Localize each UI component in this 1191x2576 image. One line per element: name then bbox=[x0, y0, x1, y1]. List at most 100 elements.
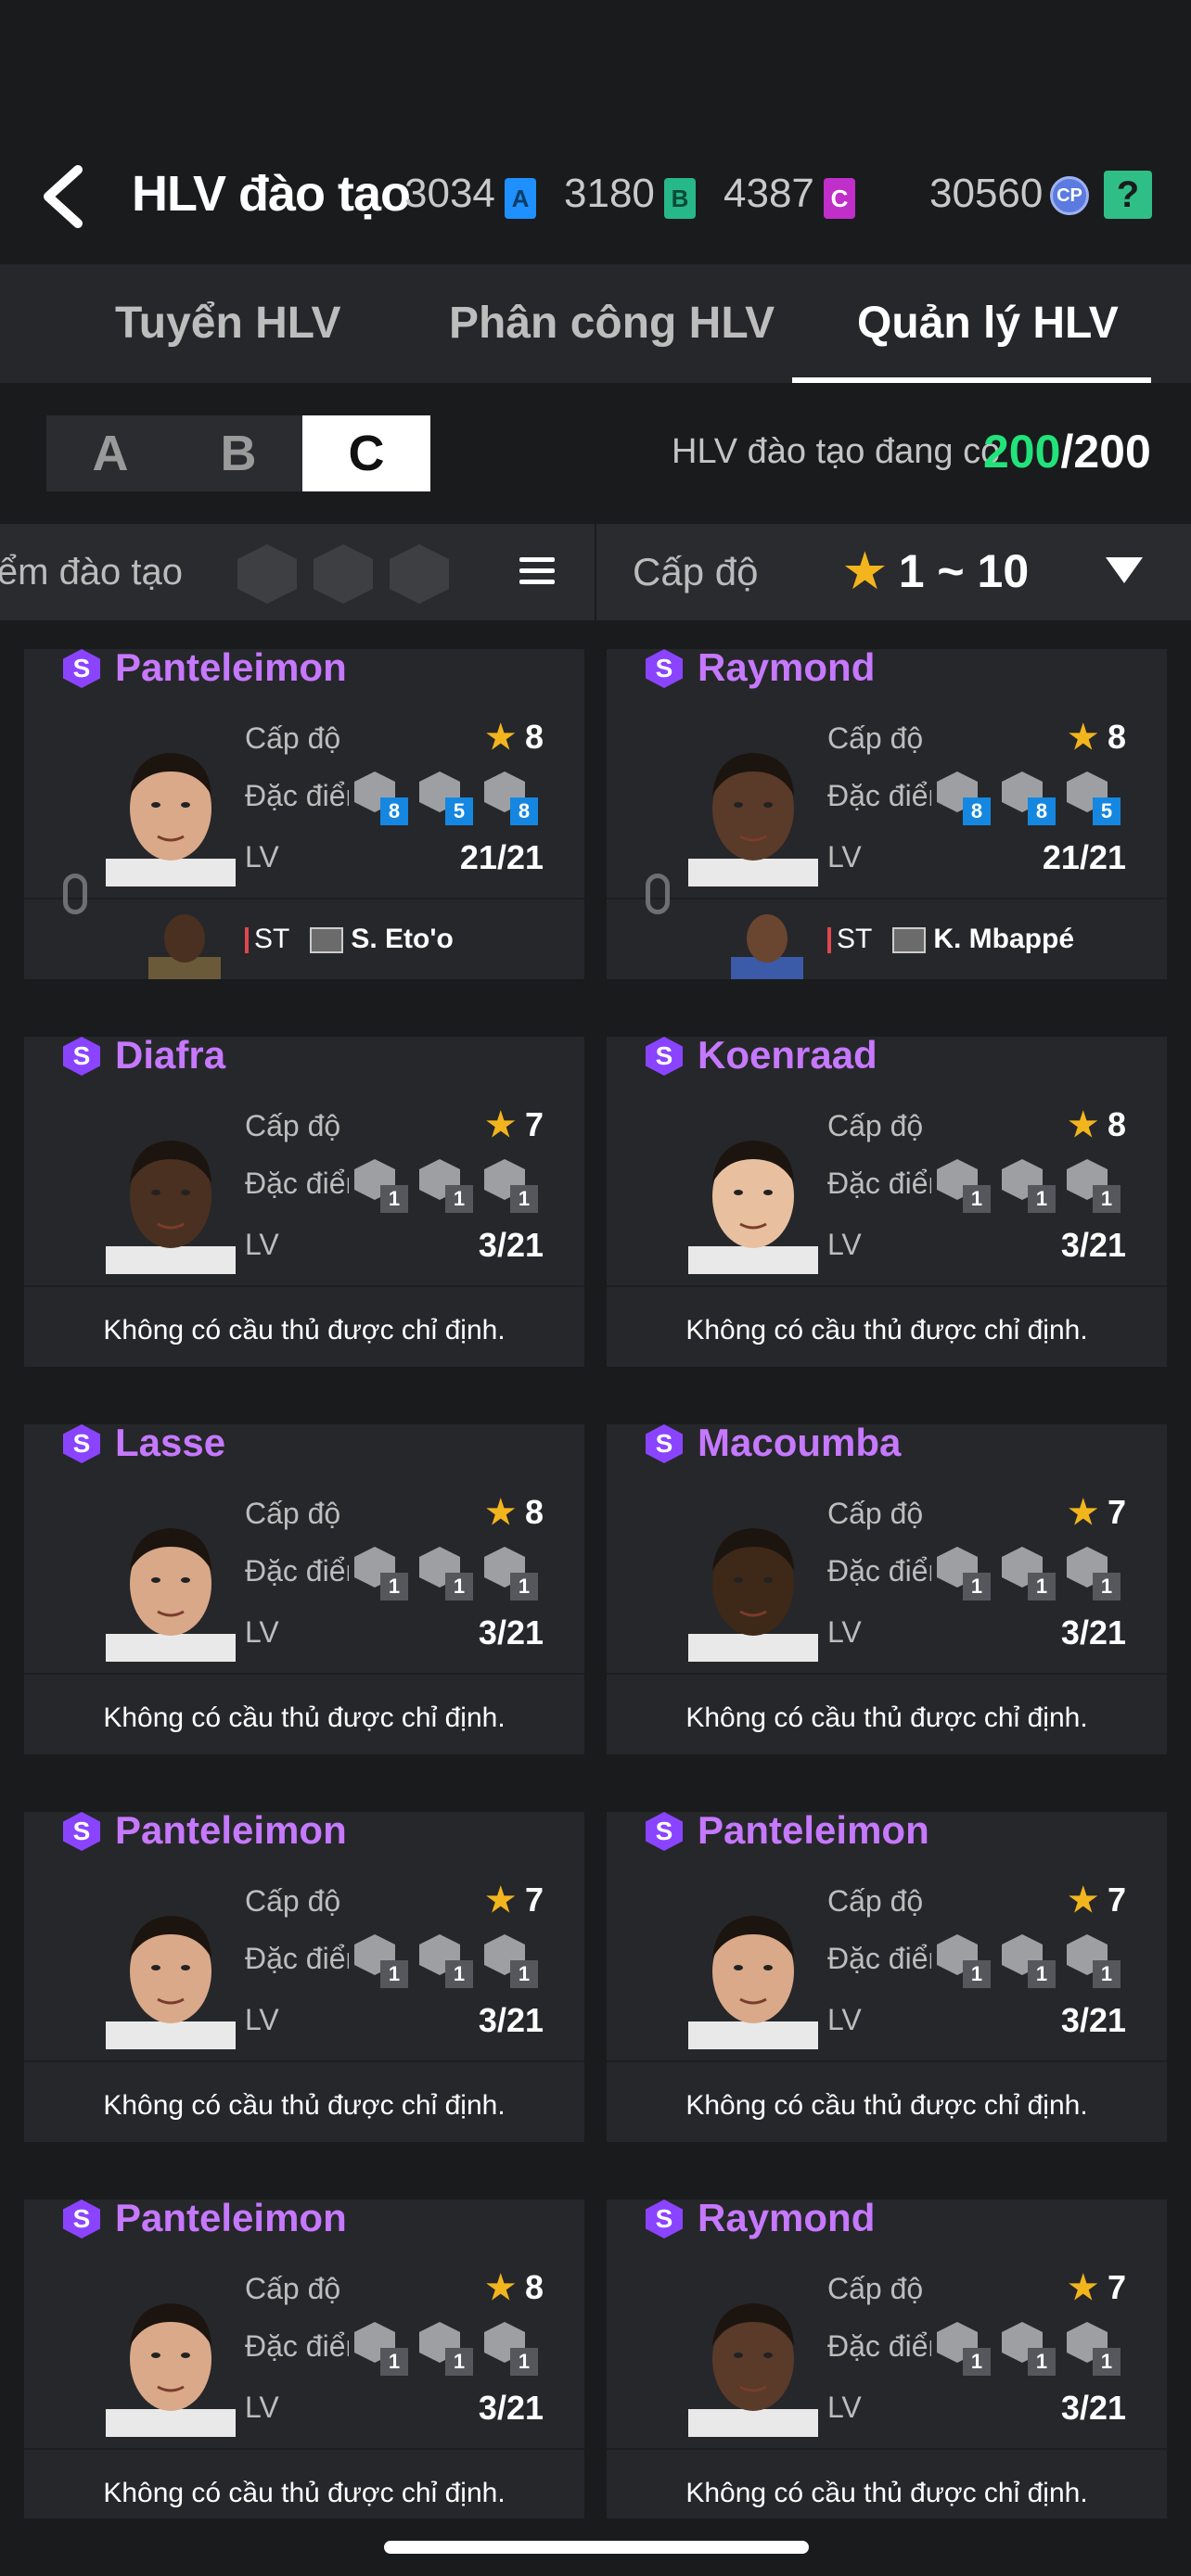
coach-card[interactable]: SPanteleimon Cấp độ★ 7Đặc điểm111LV3/21K… bbox=[24, 1812, 584, 2142]
coach-name: Diafra bbox=[115, 1037, 226, 1077]
level-label: Cấp độ bbox=[245, 1884, 341, 1918]
coach-level: ★ 8 bbox=[1068, 1105, 1126, 1143]
coach-name: Koenraad bbox=[698, 1037, 877, 1077]
coach-count: 200/200 bbox=[983, 426, 1151, 478]
coach-card[interactable]: SPanteleimon Cấp độ★ 8Đặc điểm111LV3/21K… bbox=[24, 2200, 584, 2519]
coach-name: Raymond bbox=[698, 649, 876, 689]
lv-label: LV bbox=[245, 1228, 279, 1261]
trait-icon: 1 bbox=[354, 1159, 408, 1213]
level-label: Cấp độ bbox=[245, 1109, 341, 1142]
coach-card[interactable]: SRaymond Cấp độ★ 8Đặc điểm885LV21/21 STK… bbox=[607, 649, 1167, 979]
trait-label: Đặc điểm bbox=[827, 1554, 931, 1588]
divider bbox=[24, 1285, 584, 1287]
segment-b[interactable]: B bbox=[174, 415, 302, 491]
trait-icon: 1 bbox=[419, 1159, 473, 1213]
coach-lv: 3/21 bbox=[478, 1226, 544, 1264]
trait-label: Đặc điểm bbox=[827, 779, 931, 812]
coach-name: Macoumba bbox=[698, 1424, 902, 1464]
trait-slot-icon[interactable] bbox=[237, 544, 297, 604]
lv-label: LV bbox=[245, 840, 279, 874]
lv-label: LV bbox=[245, 2391, 279, 2424]
coach-name: Panteleimon bbox=[115, 2200, 347, 2239]
trait-icon: 1 bbox=[1067, 1934, 1121, 1988]
level-label: Cấp độ bbox=[245, 2272, 341, 2305]
grade-segment-control: A B C bbox=[46, 415, 430, 491]
lv-label: LV bbox=[245, 1615, 279, 1649]
trait-icon: 1 bbox=[1002, 1547, 1056, 1600]
coach-traits: 111 bbox=[937, 1547, 1141, 1602]
home-indicator bbox=[384, 2541, 809, 2554]
coach-level: ★ 8 bbox=[485, 2268, 544, 2306]
level-label: Cấp độ bbox=[827, 1109, 924, 1142]
help-button[interactable]: ? bbox=[1104, 171, 1152, 219]
coach-count-label: HLV đào tạo đang có bbox=[672, 432, 1001, 471]
no-player-text: Không có cầu thủ được chỉ định. bbox=[103, 2478, 506, 2508]
coach-name: Raymond bbox=[698, 2200, 876, 2239]
grade-s-badge: S bbox=[646, 2200, 683, 2238]
coach-card[interactable]: SMacoumba Cấp độ★ 7Đặc điểm111LV3/21Khôn… bbox=[607, 1424, 1167, 1754]
coach-portrait bbox=[106, 1528, 236, 1662]
tab-assign-coach[interactable]: Phân công HLV bbox=[449, 298, 775, 349]
top-bar: HLV đào tạo 3034 A 3180 B 4387 C 30560 C… bbox=[0, 130, 1191, 264]
coach-card[interactable]: SRaymond Cấp độ★ 7Đặc điểm111LV3/21Không… bbox=[607, 2200, 1167, 2519]
trait-icon: 1 bbox=[419, 1547, 473, 1600]
ticket-c-count: 4387 bbox=[724, 171, 814, 216]
trait-filter[interactable]: iểm đào tạo bbox=[0, 524, 594, 620]
divider bbox=[607, 898, 1167, 899]
coach-card[interactable]: SDiafra Cấp độ★ 7Đặc điểm111LV3/21Không … bbox=[24, 1037, 584, 1367]
menu-icon[interactable] bbox=[519, 557, 555, 585]
coach-lv: 21/21 bbox=[1042, 838, 1126, 876]
coach-level: ★ 7 bbox=[485, 1105, 544, 1143]
coach-card[interactable]: SKoenraad Cấp độ★ 8Đặc điểm111LV3/21Khôn… bbox=[607, 1037, 1167, 1367]
tab-manage-coach[interactable]: Quản lý HLV bbox=[857, 298, 1119, 349]
coach-lv: 3/21 bbox=[1060, 1226, 1126, 1264]
trait-icon: 1 bbox=[1067, 1547, 1121, 1600]
coach-card[interactable]: SPanteleimon Cấp độ★ 8Đặc điểm858LV21/21… bbox=[24, 649, 584, 979]
grade-s-badge: S bbox=[646, 649, 683, 688]
coach-level: ★ 7 bbox=[1068, 1881, 1126, 1919]
trait-label: Đặc điểm bbox=[245, 1942, 349, 1975]
lv-label: LV bbox=[827, 840, 862, 874]
trait-icon: 1 bbox=[484, 2322, 538, 2376]
coach-portrait bbox=[688, 2303, 818, 2437]
assigned-player-portrait bbox=[148, 914, 221, 979]
trait-icon: 1 bbox=[1002, 1934, 1056, 1988]
star-icon: ★ bbox=[485, 1105, 516, 1143]
trait-label: Đặc điểm bbox=[827, 1942, 931, 1975]
trait-slot-icon[interactable] bbox=[314, 544, 373, 604]
club-badge-icon bbox=[892, 927, 927, 954]
divider bbox=[595, 524, 596, 620]
level-filter-value[interactable]: ★ 1 ~ 10 bbox=[844, 544, 1029, 598]
coach-traits: 111 bbox=[354, 1547, 558, 1602]
coach-portrait bbox=[688, 1141, 818, 1274]
coach-lv: 3/21 bbox=[478, 1613, 544, 1651]
star-icon: ★ bbox=[485, 1493, 516, 1531]
lv-label: LV bbox=[827, 1615, 862, 1649]
trait-label: Đặc điểm bbox=[827, 1167, 931, 1200]
trait-label: Đặc điểm bbox=[245, 779, 349, 812]
divider bbox=[24, 1673, 584, 1675]
ticket-c-icon: C bbox=[824, 178, 855, 219]
trait-icon: 1 bbox=[484, 1934, 538, 1988]
trait-slot-icon[interactable] bbox=[390, 544, 449, 604]
coach-card[interactable]: SLasse Cấp độ★ 8Đặc điểm111LV3/21Không c… bbox=[24, 1424, 584, 1754]
tab-recruit-coach[interactable]: Tuyển HLV bbox=[115, 298, 341, 349]
ticket-a-count: 3034 bbox=[404, 171, 495, 216]
cp-count: 30560 bbox=[929, 171, 1044, 216]
divider bbox=[24, 2448, 584, 2450]
trait-icon: 1 bbox=[484, 1159, 538, 1213]
grade-s-badge: S bbox=[646, 1812, 683, 1851]
coach-traits: 111 bbox=[354, 1159, 558, 1215]
assigned-player-portrait bbox=[731, 914, 803, 979]
trait-label: Đặc điểm bbox=[245, 1167, 349, 1200]
segment-c[interactable]: C bbox=[302, 415, 430, 491]
back-arrow-icon[interactable] bbox=[37, 162, 93, 232]
star-icon: ★ bbox=[1068, 1105, 1098, 1143]
dropdown-caret-icon[interactable] bbox=[1106, 557, 1143, 583]
active-tab-indicator bbox=[792, 377, 1151, 383]
coach-traits: 111 bbox=[937, 2322, 1141, 2378]
coach-card[interactable]: SPanteleimon Cấp độ★ 7Đặc điểm111LV3/21K… bbox=[607, 1812, 1167, 2142]
no-player-text: Không có cầu thủ được chỉ định. bbox=[685, 1315, 1088, 1345]
segment-a[interactable]: A bbox=[46, 415, 174, 491]
level-label: Cấp độ bbox=[245, 721, 341, 755]
